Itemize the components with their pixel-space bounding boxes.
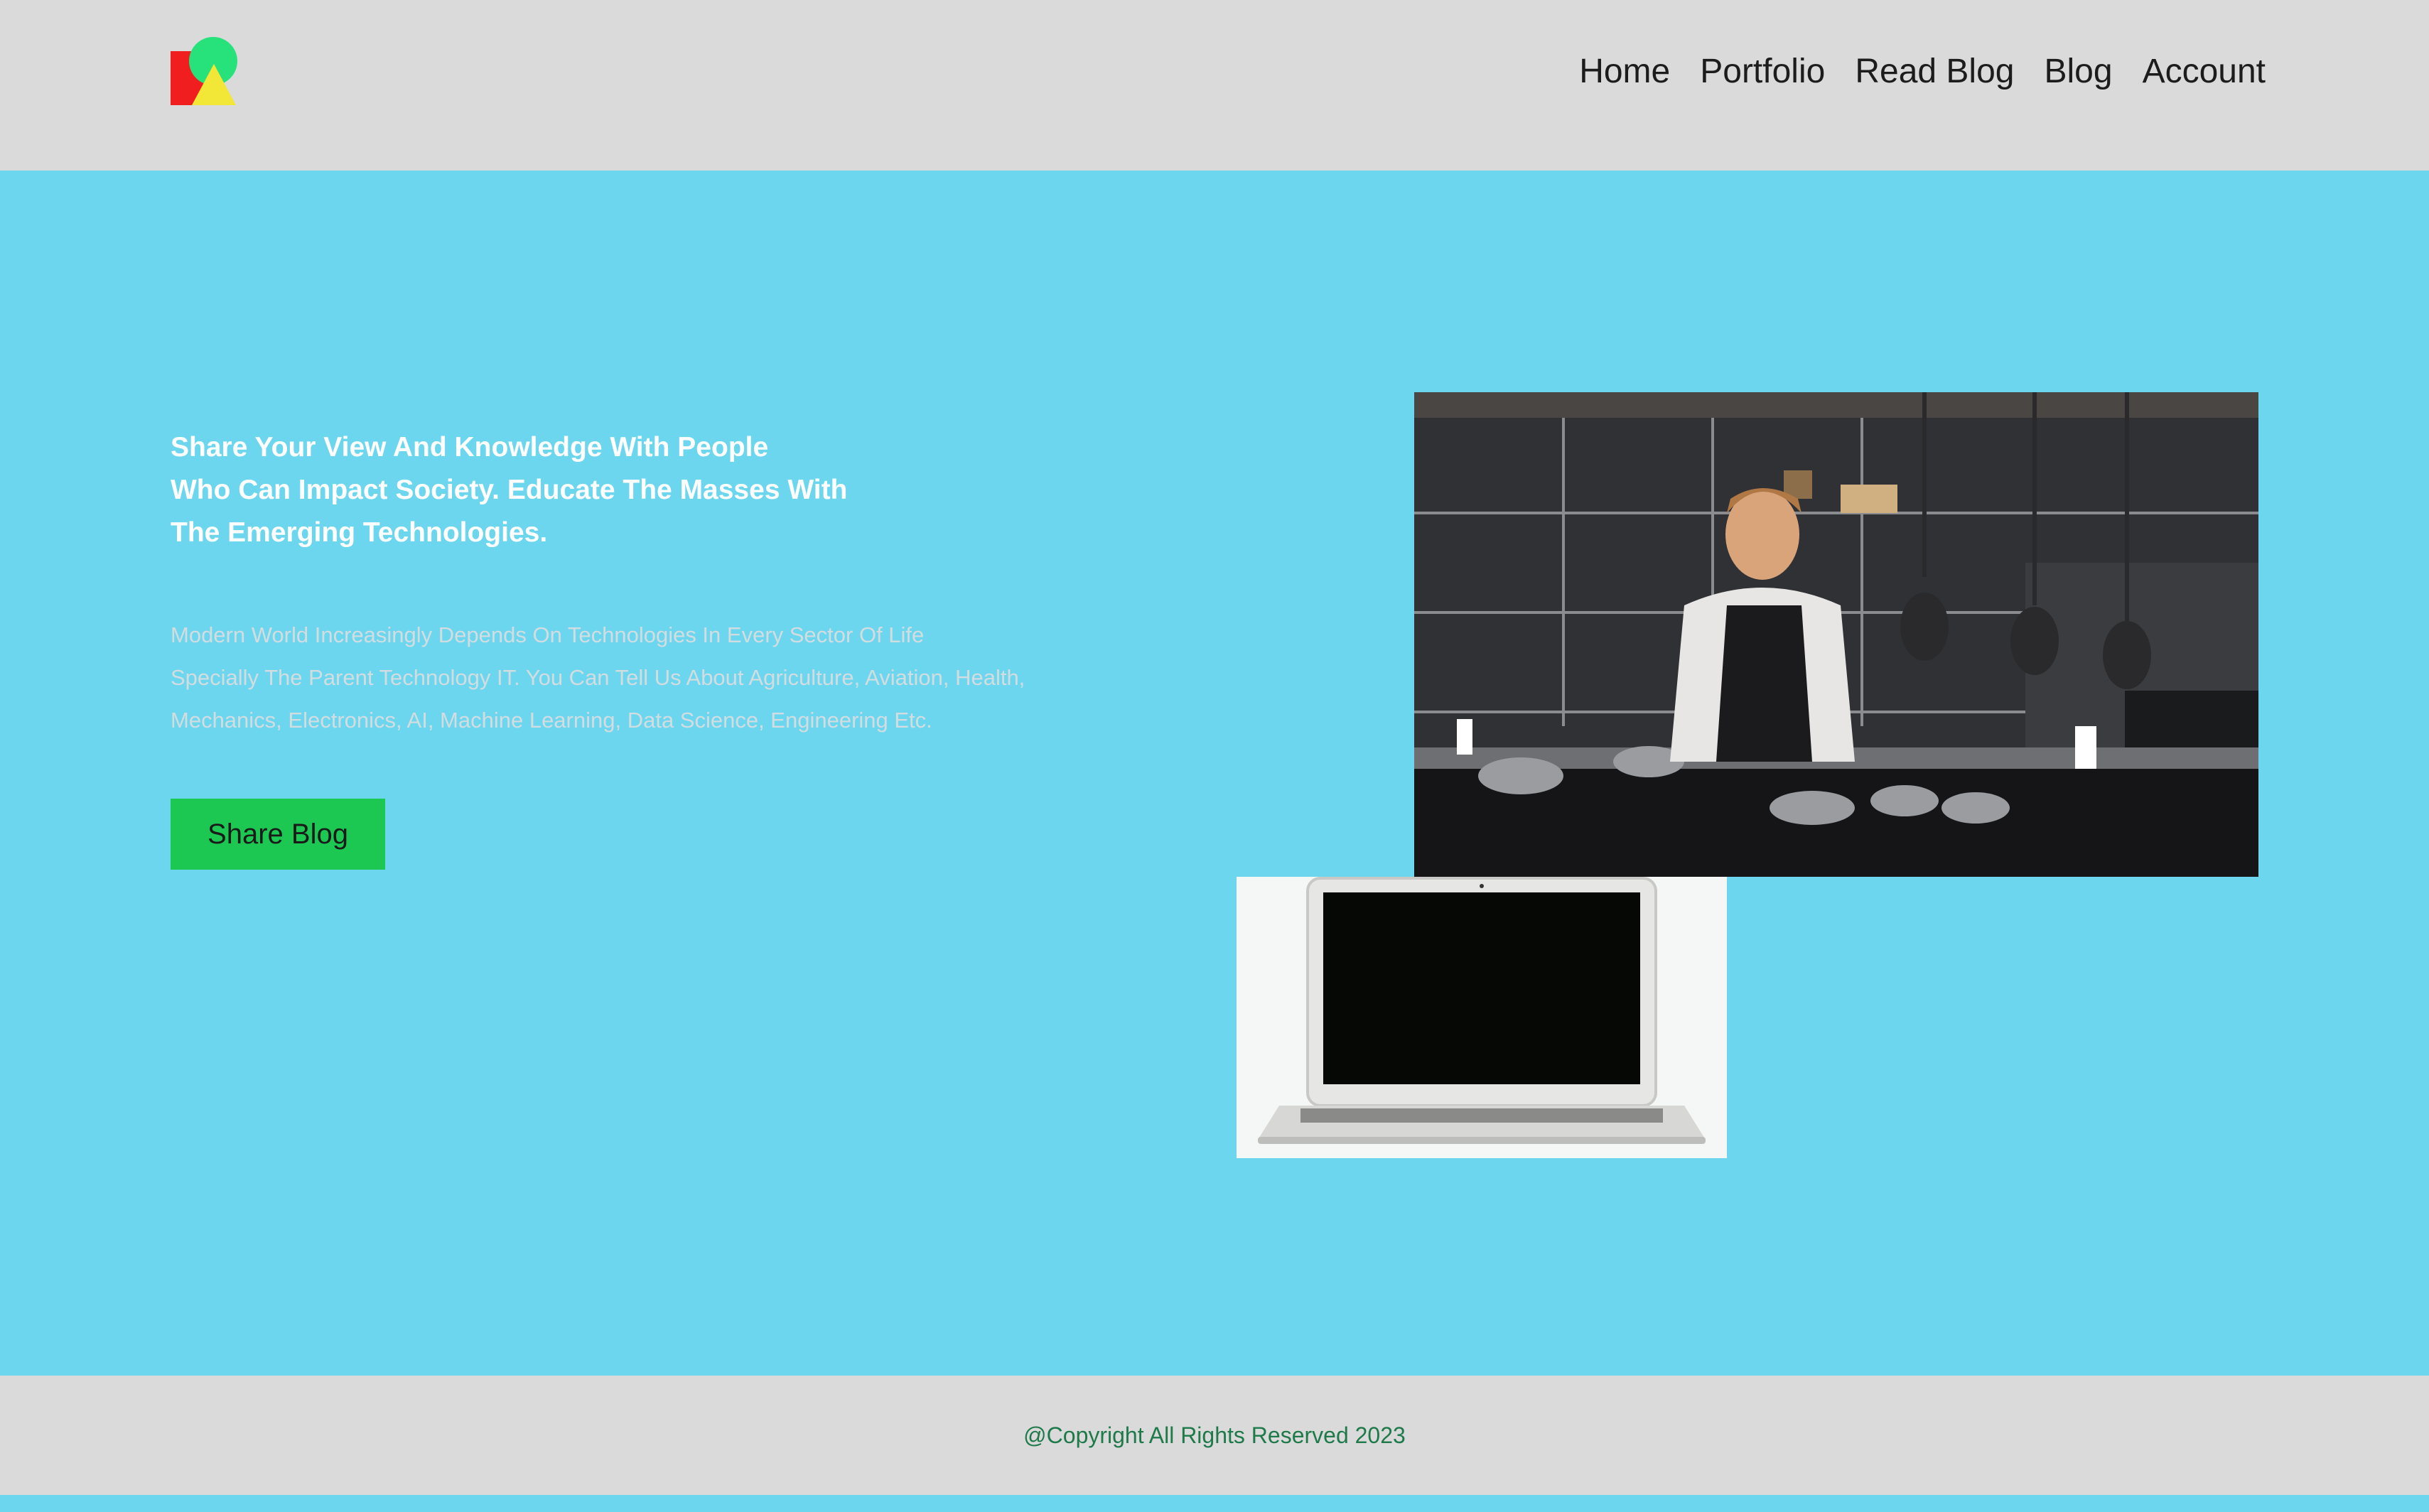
share-blog-button[interactable]: Share Blog <box>171 799 385 870</box>
nav-link-home[interactable]: Home <box>1579 47 1670 97</box>
hero-headline-line: Share Your View And Knowledge With Peopl… <box>171 432 769 463</box>
nav-link-portfolio[interactable]: Portfolio <box>1700 47 1825 97</box>
logo-yellow-triangle <box>192 64 236 105</box>
hero-image-chef-kitchen <box>1414 392 2258 877</box>
hero-description-line: Specially The Parent Technology IT. You … <box>171 665 1025 690</box>
hero-image-laptop <box>1237 877 1727 1158</box>
copyright-text: @Copyright All Rights Reserved 2023 <box>1023 1422 1406 1448</box>
chef-kitchen-illustration <box>1414 392 2258 877</box>
nav-link-read-blog[interactable]: Read Blog <box>1855 47 2014 97</box>
hero-description: Modern World Increasingly Depends On Tec… <box>171 614 1165 742</box>
nav-link-account[interactable]: Account <box>2143 47 2266 97</box>
hero-description-line: Mechanics, Electronics, AI, Machine Lear… <box>171 708 932 733</box>
site-header: Home Portfolio Read Blog Blog Account <box>0 0 2429 171</box>
nav-link-blog[interactable]: Blog <box>2044 47 2112 97</box>
hero-description-line: Modern World Increasingly Depends On Tec… <box>171 622 925 647</box>
site-logo[interactable] <box>171 37 239 107</box>
site-footer: @Copyright All Rights Reserved 2023 <box>0 1376 2429 1495</box>
laptop-illustration <box>1237 877 1727 1158</box>
main-nav: Home Portfolio Read Blog Blog Account <box>1579 47 2266 97</box>
hero-headline-line: The Emerging Technologies. <box>171 517 548 548</box>
hero-headline-line: Who Can Impact Society. Educate The Mass… <box>171 475 848 505</box>
hero-headline: Share Your View And Knowledge With Peopl… <box>171 426 981 554</box>
